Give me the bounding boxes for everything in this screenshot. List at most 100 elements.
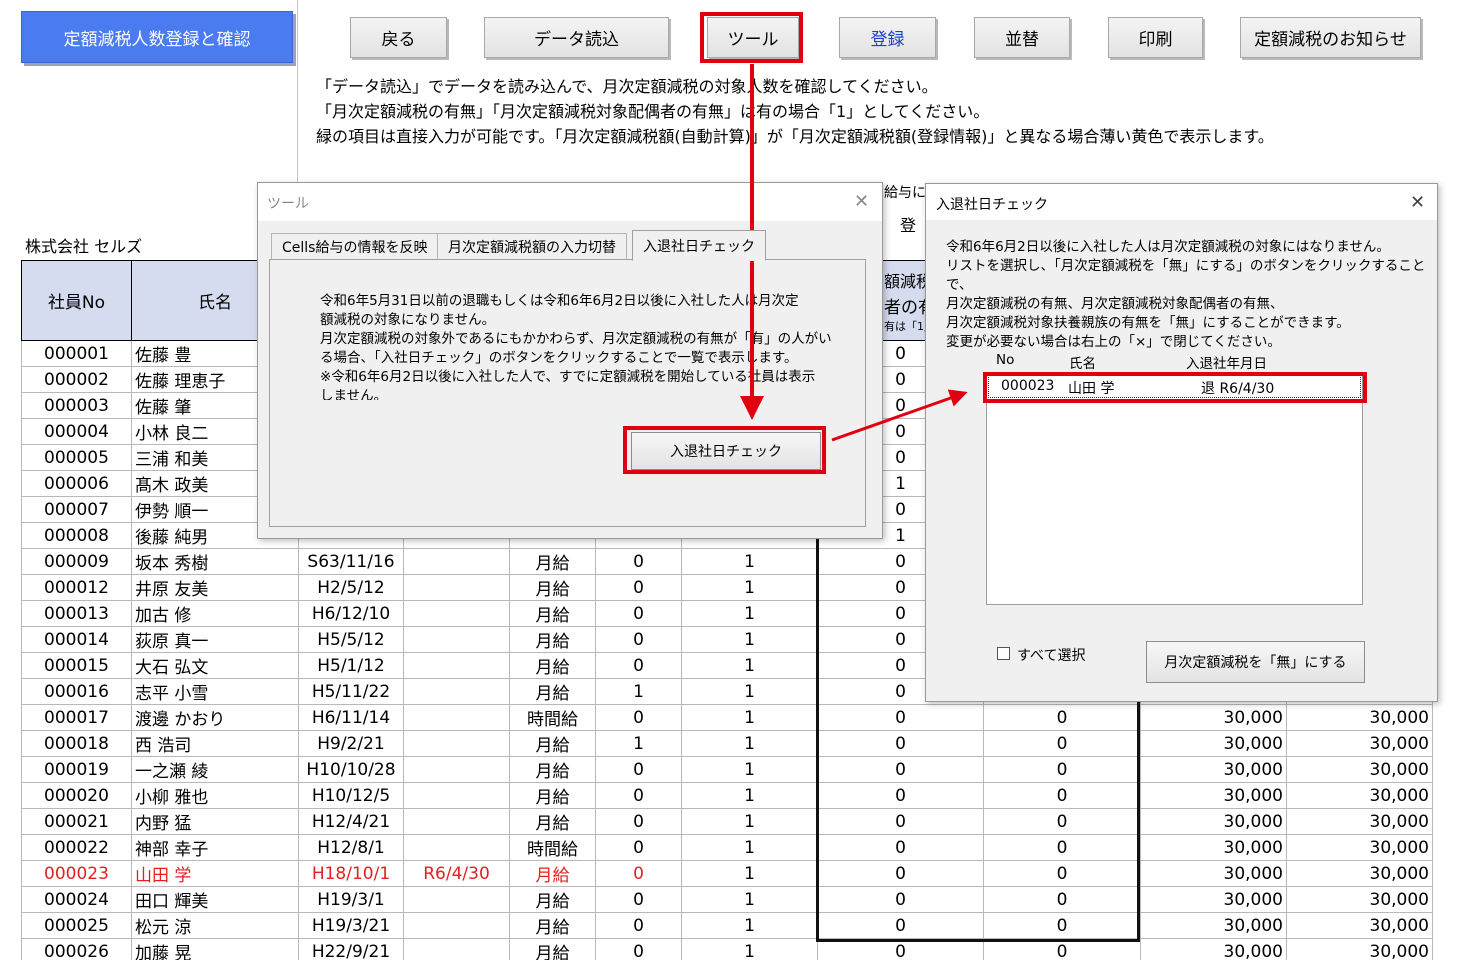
table-cell[interactable]: 0	[817, 704, 984, 731]
table-cell[interactable]: 月給	[509, 886, 596, 913]
table-cell[interactable]: 000026	[21, 938, 132, 960]
table-cell[interactable]: H12/8/1	[298, 834, 404, 861]
table-cell[interactable]: 月給	[509, 938, 596, 960]
table-cell[interactable]	[403, 808, 510, 835]
table-cell[interactable]: 1	[595, 730, 682, 757]
table-cell[interactable]: 1	[681, 652, 818, 679]
table-cell[interactable]: 000006	[21, 470, 132, 497]
table-cell[interactable]: 30,000	[1286, 938, 1433, 960]
table-cell[interactable]: 志平 小雪	[131, 678, 299, 705]
table-cell[interactable]: 000021	[21, 808, 132, 835]
table-cell[interactable]: 0	[983, 808, 1141, 835]
tab-input-switch[interactable]: 月次定額減税額の入力切替	[437, 233, 627, 260]
table-cell[interactable]: 月給	[509, 730, 596, 757]
table-cell[interactable]: 0	[817, 782, 984, 809]
table-cell[interactable]	[403, 912, 510, 939]
table-cell[interactable]: 000008	[21, 522, 132, 549]
table-cell[interactable]	[403, 834, 510, 861]
table-cell[interactable]: H19/3/21	[298, 912, 404, 939]
table-cell[interactable]: 1	[681, 756, 818, 783]
table-cell[interactable]: 000012	[21, 574, 132, 601]
table-cell[interactable]: 月給	[509, 860, 596, 887]
table-cell[interactable]: H5/1/12	[298, 652, 404, 679]
table-cell[interactable]: 000017	[21, 704, 132, 731]
table-cell[interactable]: H6/12/10	[298, 600, 404, 627]
table-cell[interactable]: 0	[983, 782, 1141, 809]
table-cell[interactable]: 月給	[509, 756, 596, 783]
back-button[interactable]: 戻る	[350, 17, 447, 58]
table-cell[interactable]: 0	[817, 730, 984, 757]
table-cell[interactable]: 0	[817, 886, 984, 913]
table-cell[interactable]: 000001	[21, 340, 132, 367]
table-cell[interactable]: 一之瀬 綾	[131, 756, 299, 783]
table-cell[interactable]: 1	[681, 938, 818, 960]
table-cell[interactable]: 000013	[21, 600, 132, 627]
table-cell[interactable]: H2/5/12	[298, 574, 404, 601]
table-cell[interactable]: H12/4/21	[298, 808, 404, 835]
table-cell[interactable]	[403, 730, 510, 757]
table-cell[interactable]	[403, 600, 510, 627]
table-cell[interactable]: 時間給	[509, 834, 596, 861]
table-cell[interactable]: 000023	[21, 860, 132, 887]
table-cell[interactable]: 内野 猛	[131, 808, 299, 835]
table-cell[interactable]: 0	[595, 704, 682, 731]
table-cell[interactable]: 000016	[21, 678, 132, 705]
table-cell[interactable]: 渡邊 かおり	[131, 704, 299, 731]
table-cell[interactable]: H6/11/14	[298, 704, 404, 731]
table-cell[interactable]: 0	[983, 756, 1141, 783]
table-cell[interactable]: 30,000	[1140, 860, 1287, 887]
table-cell[interactable]: 0	[595, 756, 682, 783]
table-cell[interactable]: 荻原 真一	[131, 626, 299, 653]
table-cell[interactable]: H19/3/1	[298, 886, 404, 913]
close-icon[interactable]: ✕	[1410, 192, 1425, 213]
tab-cells-reflect[interactable]: Cells給与の情報を反映	[271, 233, 439, 260]
table-cell[interactable]: 0	[595, 834, 682, 861]
table-cell[interactable]: 時間給	[509, 704, 596, 731]
table-cell[interactable]: 30,000	[1140, 730, 1287, 757]
table-cell[interactable]	[403, 782, 510, 809]
table-cell[interactable]	[403, 652, 510, 679]
table-cell[interactable]: H10/10/28	[298, 756, 404, 783]
table-cell[interactable]: 西 浩司	[131, 730, 299, 757]
table-cell[interactable]: 0	[595, 548, 682, 575]
table-cell[interactable]: 1	[681, 782, 818, 809]
table-cell[interactable]: 30,000	[1286, 886, 1433, 913]
table-cell[interactable]	[403, 938, 510, 960]
table-cell[interactable]: 000020	[21, 782, 132, 809]
table-cell[interactable]: 000014	[21, 626, 132, 653]
table-cell[interactable]: S63/11/16	[298, 548, 404, 575]
table-cell[interactable]: 月給	[509, 912, 596, 939]
load-data-button[interactable]: データ読込	[484, 17, 669, 58]
table-cell[interactable]: H9/2/21	[298, 730, 404, 757]
set-none-button[interactable]: 月次定額減税を「無」にする	[1146, 641, 1365, 683]
table-cell[interactable]: 0	[983, 912, 1141, 939]
table-cell[interactable]: 000024	[21, 886, 132, 913]
table-cell[interactable]: 000005	[21, 444, 132, 471]
table-cell[interactable]: 1	[681, 548, 818, 575]
table-cell[interactable]: 0	[595, 886, 682, 913]
select-all-checkbox[interactable]	[997, 647, 1010, 660]
title-button[interactable]: 定額減税人数登録と確認	[21, 11, 293, 63]
table-cell[interactable]: 1	[681, 678, 818, 705]
table-cell[interactable]: 000015	[21, 652, 132, 679]
table-cell[interactable]: 月給	[509, 652, 596, 679]
table-cell[interactable]: 月給	[509, 574, 596, 601]
table-cell[interactable]: 30,000	[1286, 834, 1433, 861]
table-cell[interactable]: 0	[595, 782, 682, 809]
table-cell[interactable]: 30,000	[1140, 782, 1287, 809]
table-cell[interactable]: 000004	[21, 418, 132, 445]
table-cell[interactable]: 0	[983, 860, 1141, 887]
table-cell[interactable]: 30,000	[1140, 834, 1287, 861]
table-cell[interactable]: 0	[983, 704, 1141, 731]
table-cell[interactable]: 0	[595, 652, 682, 679]
table-cell[interactable]: 0	[595, 808, 682, 835]
table-cell[interactable]: 0	[817, 860, 984, 887]
table-cell[interactable]: 小柳 雅也	[131, 782, 299, 809]
table-cell[interactable]	[403, 548, 510, 575]
table-cell[interactable]: 井原 友美	[131, 574, 299, 601]
table-cell[interactable]: 1	[681, 860, 818, 887]
table-cell[interactable]: 30,000	[1286, 808, 1433, 835]
table-cell[interactable]: 30,000	[1286, 704, 1433, 731]
table-cell[interactable]: 000022	[21, 834, 132, 861]
table-cell[interactable]: 1	[681, 912, 818, 939]
